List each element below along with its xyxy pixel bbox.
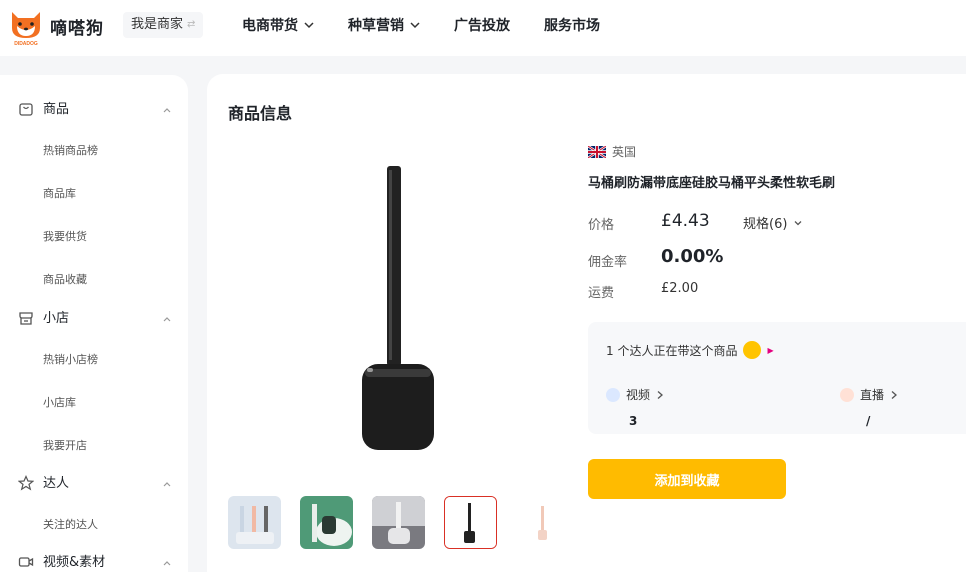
nav-item-service-market[interactable]: 服务市场	[544, 15, 600, 35]
role-switch-button[interactable]: 我是商家 ⇄	[123, 12, 204, 38]
product-info-card: 商品信息 英国 马桶刷防漏带底座硅胶马桶平头柔性软毛刷 价格 £4.43 规格(…	[207, 74, 966, 572]
nav-label: 种草营销	[348, 18, 404, 34]
thumbnail-3[interactable]	[372, 496, 425, 549]
live-dot-icon	[840, 387, 854, 402]
country-name: 英国	[612, 145, 637, 159]
price-label: 价格	[588, 218, 615, 233]
thumbnail-strip	[228, 496, 569, 549]
creators-count-text: 1 个达人正在带这个商品	[606, 343, 738, 358]
live-count: /	[866, 414, 871, 428]
product-image[interactable]	[357, 166, 447, 466]
product-title: 马桶刷防漏带底座硅胶马桶平头柔性软毛刷	[588, 176, 836, 191]
thumbnail-4-selected[interactable]	[444, 496, 497, 549]
video-stat-label: 视频	[626, 388, 651, 402]
chevron-right-icon	[657, 390, 664, 399]
chevron-up-icon	[163, 317, 171, 322]
creators-summary[interactable]: 1 个达人正在带这个商品 ▶	[606, 341, 774, 359]
sidebar: 商品 热销商品榜 商品库 我要供货 商品收藏 小店 热销小店榜 小店库 我要开店…	[0, 75, 188, 572]
nav-label: 广告投放	[454, 18, 510, 34]
nav-item-ads[interactable]: 广告投放	[454, 15, 510, 35]
bag-icon	[19, 103, 33, 116]
sidebar-group-products: 商品	[0, 100, 188, 120]
spec-dropdown[interactable]: 规格(6)	[743, 213, 803, 232]
chevron-right-icon	[891, 390, 898, 399]
video-count: 3	[629, 414, 638, 428]
sidebar-group-label: 商品	[43, 102, 70, 117]
svg-text:DIDADOG: DIDADOG	[14, 41, 38, 46]
commission-value: 0.00%	[661, 246, 724, 267]
live-stat-label: 直播	[860, 388, 885, 402]
store-icon	[19, 312, 33, 325]
nav-item-ecommerce[interactable]: 电商带货	[242, 15, 314, 35]
sidebar-group-header[interactable]: 达人	[0, 474, 188, 494]
brand-name[interactable]: 嘀嗒狗	[50, 14, 104, 39]
sidebar-group-label: 视频&素材	[43, 555, 106, 570]
chevron-up-icon	[163, 108, 171, 113]
sidebar-item-open-store[interactable]: 我要开店	[43, 437, 87, 453]
star-icon	[18, 475, 34, 491]
sidebar-item-followed-creators[interactable]: 关注的达人	[43, 516, 98, 532]
caret-right-icon: ▶	[767, 345, 774, 355]
sidebar-group-videos: 视频&素材	[0, 553, 188, 572]
sidebar-item-store-library[interactable]: 小店库	[43, 394, 76, 410]
didadog-logo[interactable]: DIDADOG	[8, 6, 44, 46]
nav-label: 电商带货	[242, 18, 298, 34]
role-switch-label: 我是商家	[131, 17, 184, 32]
sidebar-group-header[interactable]: 小店	[0, 309, 188, 329]
product-country: 英国	[588, 143, 636, 160]
top-bar: DIDADOG 嘀嗒狗 我是商家 ⇄ 电商带货 种草营销 广告投放 服务市场	[0, 0, 966, 56]
video-icon	[18, 557, 34, 567]
sidebar-group-stores: 小店	[0, 309, 188, 329]
sidebar-item-product-favorites[interactable]: 商品收藏	[43, 271, 87, 287]
creators-panel: 1 个达人正在带这个商品 ▶ 视频 3 直播 /	[588, 322, 966, 434]
live-stat-link[interactable]: 直播	[840, 386, 898, 403]
price-value: £4.43	[661, 211, 710, 231]
chevron-up-icon	[163, 482, 171, 487]
sidebar-item-supply[interactable]: 我要供货	[43, 228, 87, 244]
chevron-down-icon	[794, 220, 802, 225]
sidebar-group-header[interactable]: 视频&素材	[0, 553, 188, 572]
sidebar-item-hot-stores[interactable]: 热销小店榜	[43, 351, 98, 367]
section-title: 商品信息	[228, 104, 293, 123]
spec-label: 规格(6)	[743, 217, 788, 232]
add-to-favorites-button[interactable]: 添加到收藏	[588, 459, 786, 499]
nav-item-seeding[interactable]: 种草营销	[348, 15, 420, 35]
sidebar-item-product-library[interactable]: 商品库	[43, 185, 76, 201]
chevron-up-icon	[163, 561, 171, 566]
video-dot-icon	[606, 387, 620, 402]
swap-icon: ⇄	[187, 19, 196, 30]
thumbnail-2[interactable]	[300, 496, 353, 549]
uk-flag-icon	[588, 145, 606, 158]
main-nav: 电商带货 种草营销 广告投放 服务市场	[242, 0, 634, 50]
sidebar-group-label: 达人	[43, 476, 70, 491]
video-stat-link[interactable]: 视频	[606, 386, 664, 403]
creator-avatar-icon	[743, 341, 762, 359]
sidebar-group-creators: 达人	[0, 474, 188, 494]
sidebar-item-hot-products[interactable]: 热销商品榜	[43, 142, 98, 158]
thumbnail-5[interactable]	[516, 496, 569, 549]
shipping-value: £2.00	[661, 281, 699, 296]
commission-label: 佣金率	[588, 255, 628, 270]
chevron-down-icon	[304, 22, 314, 29]
shipping-label: 运费	[588, 286, 615, 301]
thumbnail-1[interactable]	[228, 496, 281, 549]
chevron-down-icon	[410, 22, 420, 29]
sidebar-group-label: 小店	[43, 311, 70, 326]
nav-label: 服务市场	[544, 18, 600, 34]
sidebar-group-header[interactable]: 商品	[0, 100, 188, 120]
